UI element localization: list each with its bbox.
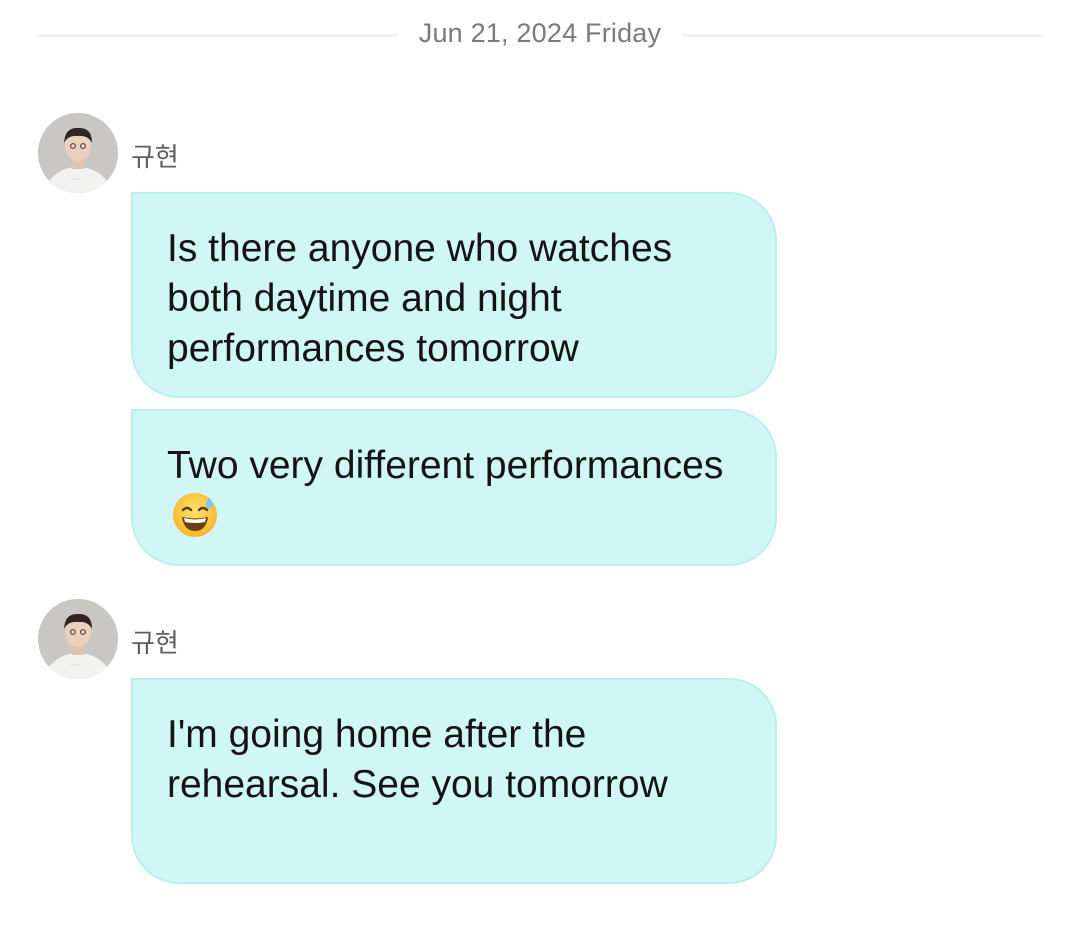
sender-name: 규현 (131, 629, 179, 659)
message-sender-header: ~~ 규현 (38, 113, 438, 193)
message-text: I'm going home after the rehearsal. See … (167, 713, 668, 806)
message-sender-header: ~~ 규현 (38, 599, 438, 679)
avatar[interactable]: ~~ (38, 113, 118, 193)
svg-text:~~: ~~ (71, 663, 79, 669)
avatar[interactable]: ~~ (38, 599, 118, 679)
message-text: Two very different performances (167, 444, 724, 487)
message-bubble[interactable]: I'm going home after the rehearsal. See … (131, 678, 777, 884)
profile-photo-icon: ~~ (38, 599, 118, 679)
message-bubble[interactable]: Is there anyone who watches both daytime… (131, 192, 777, 398)
svg-text:~~: ~~ (71, 177, 79, 183)
sender-name: 규현 (131, 143, 179, 173)
divider-line-right (682, 34, 1042, 37)
message-text: Is there anyone who watches both daytime… (167, 227, 673, 370)
message-bubble[interactable]: Two very different performances (131, 409, 777, 566)
grinning-face-with-sweat-emoji-icon (173, 493, 217, 537)
profile-photo-icon: ~~ (38, 113, 118, 193)
date-divider: Jun 21, 2024 Friday (38, 8, 1042, 60)
